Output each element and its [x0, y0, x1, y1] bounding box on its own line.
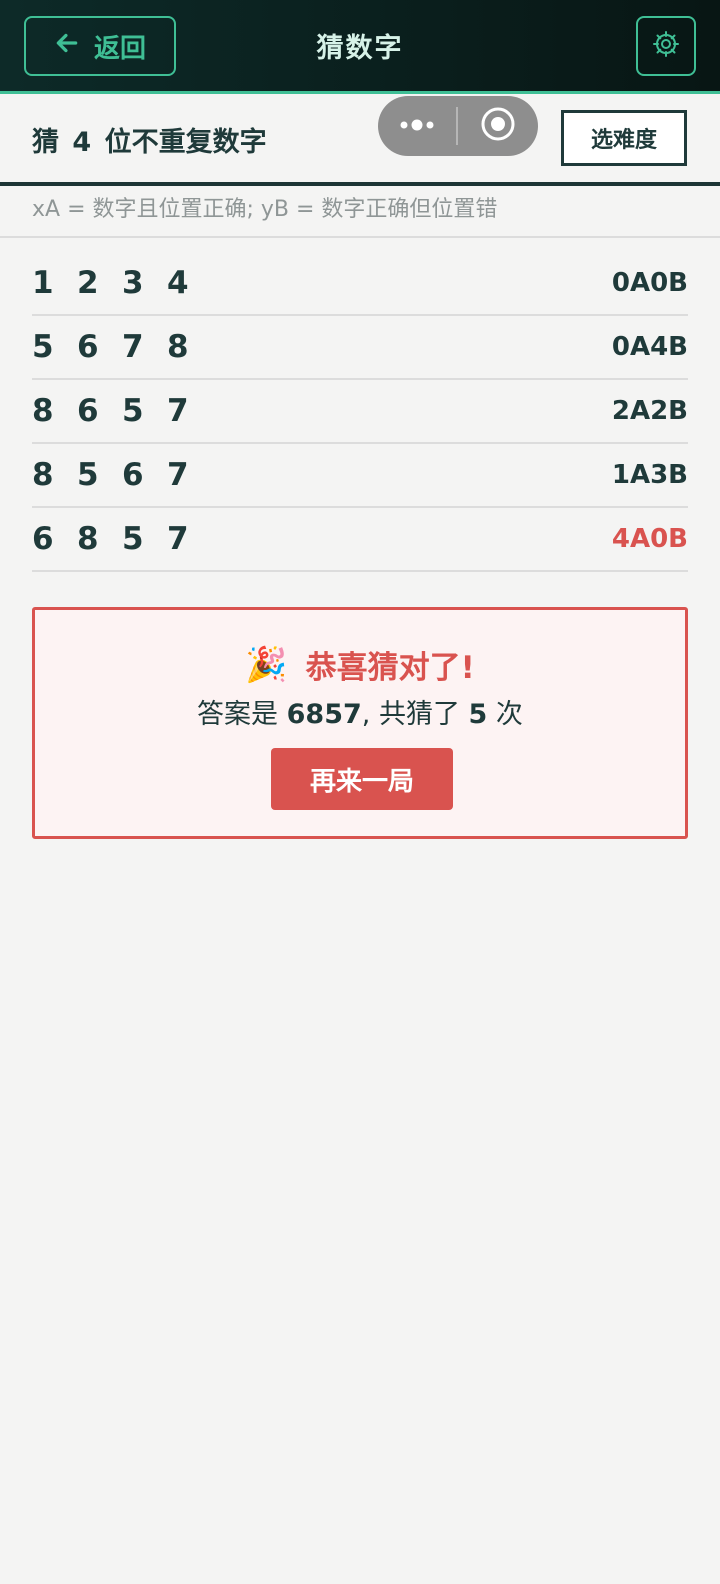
guess-row: 8 6 5 7 2A2B	[32, 380, 688, 444]
guess-digit: 8	[77, 521, 99, 557]
count-suffix: 次	[487, 699, 523, 730]
guess-digit: 6	[77, 393, 99, 429]
guess-digit: 3	[122, 265, 144, 301]
party-popper-icon: 🎉	[245, 644, 288, 685]
app-header: 返回 猜数字	[0, 0, 720, 94]
target-close-icon	[480, 106, 516, 146]
difficulty-button[interactable]: 选难度	[561, 110, 687, 166]
guess-result: 1A3B	[611, 460, 688, 490]
more-button[interactable]	[378, 117, 456, 136]
guess-result: 2A2B	[611, 396, 688, 426]
guess-digit: 5	[122, 521, 144, 557]
guess-digit: 1	[32, 265, 54, 301]
guess-count: 5	[468, 699, 488, 730]
win-title: 🎉 恭喜猜对了!	[35, 642, 685, 687]
guess-row: 5 6 7 8 0A4B	[32, 316, 688, 380]
guess-digit: 8	[32, 457, 54, 493]
guess-digit: 2	[77, 265, 99, 301]
sub-toolbar: 猜 4 位不重复数字 选难度	[0, 94, 720, 186]
answer-value: 6857	[286, 699, 362, 730]
answer-summary: 答案是 6857, 共猜了 5 次	[35, 692, 685, 731]
guess-digit: 5	[32, 329, 54, 365]
answer-prefix: 答案是	[197, 699, 287, 730]
guess-digits: 1 2 3 4	[32, 265, 212, 301]
gear-icon	[651, 29, 681, 63]
guess-digit: 8	[32, 393, 54, 429]
count-prefix: , 共猜了	[361, 699, 469, 730]
guess-result: 0A4B	[611, 332, 688, 362]
more-dots-icon	[398, 117, 436, 136]
guess-digit: 5	[77, 457, 99, 493]
guess-digit: 8	[167, 329, 189, 365]
guess-result-correct: 4A0B	[611, 524, 688, 554]
guess-row: 1 2 3 4 0A0B	[32, 252, 688, 316]
guess-digits: 5 6 7 8	[32, 329, 212, 365]
guess-result: 0A0B	[611, 268, 688, 298]
scoring-legend: xA = 数字且位置正确; yB = 数字正确但位置错	[0, 186, 720, 238]
guess-digits: 8 5 6 7	[32, 457, 212, 493]
guess-digit: 5	[122, 393, 144, 429]
guess-digit: 6	[122, 457, 144, 493]
guess-digit: 7	[167, 393, 189, 429]
close-mini-program-button[interactable]	[458, 106, 538, 146]
guess-row: 6 8 5 7 4A0B	[32, 508, 688, 572]
guess-digit: 4	[167, 265, 189, 301]
guess-digit: 6	[32, 521, 54, 557]
guess-digit: 7	[122, 329, 144, 365]
guess-digit: 6	[77, 329, 99, 365]
page-title: 猜数字	[316, 33, 404, 64]
mini-program-capsule	[378, 96, 538, 156]
guess-digits: 6 8 5 7	[32, 521, 212, 557]
win-message: 恭喜猜对了!	[305, 650, 475, 686]
guess-digit: 7	[167, 521, 189, 557]
settings-button[interactable]	[636, 16, 696, 76]
guess-digits: 8 6 5 7	[32, 393, 212, 429]
game-subtitle: 猜 4 位不重复数字	[32, 127, 267, 158]
guess-digit: 7	[167, 457, 189, 493]
play-again-button[interactable]: 再来一局	[271, 748, 453, 810]
guess-row: 8 5 6 7 1A3B	[32, 444, 688, 508]
guess-list: 1 2 3 4 0A0B 5 6 7 8 0A4B 8 6 5 7 2A2B 8…	[32, 252, 688, 572]
win-panel: 🎉 恭喜猜对了! 答案是 6857, 共猜了 5 次 再来一局	[32, 607, 688, 839]
